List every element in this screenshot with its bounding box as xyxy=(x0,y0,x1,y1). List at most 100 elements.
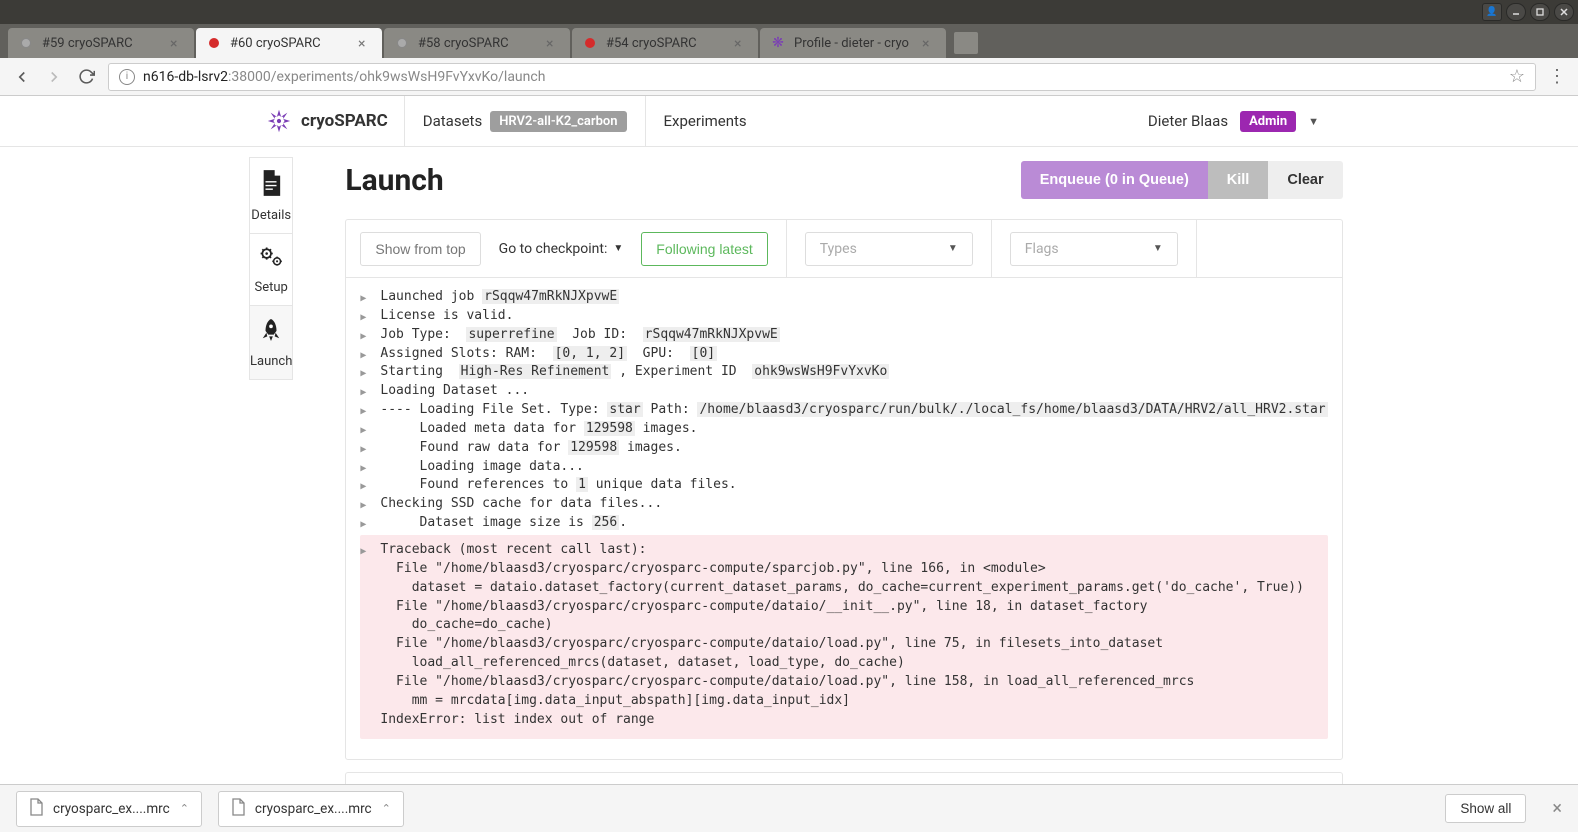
app-logo[interactable]: cryoSPARC xyxy=(249,107,404,135)
window-close-button[interactable] xyxy=(1554,3,1574,21)
main-column: Launch Enqueue (0 in Queue) Kill Clear S… xyxy=(345,157,1342,784)
url-bar[interactable]: i n616-db-lsrv2:38000/experiments/ohk9ws… xyxy=(108,63,1536,91)
expand-caret-icon[interactable]: ▶ xyxy=(360,495,380,514)
log-line: ▶ Loaded meta data for 129598 images. xyxy=(360,420,1327,439)
tab-favicon-icon: ❋ xyxy=(770,35,786,51)
caret-down-icon: ▼ xyxy=(1153,243,1163,254)
close-download-bar-icon[interactable]: × xyxy=(1552,798,1562,819)
nav-experiments[interactable]: Experiments xyxy=(645,96,765,146)
log-line: ▶Assigned Slots: RAM: [0, 1, 2] GPU: [0] xyxy=(360,345,1327,364)
enqueue-button[interactable]: Enqueue (0 in Queue) xyxy=(1021,161,1208,199)
expand-caret-icon[interactable]: ▶ xyxy=(360,363,380,382)
user-name[interactable]: Dieter Blaas xyxy=(1148,112,1228,130)
types-filter-dropdown[interactable]: Types ▼ xyxy=(805,232,973,266)
nav-datasets-label: Datasets xyxy=(423,112,482,130)
expand-caret-icon[interactable]: ▶ xyxy=(360,401,380,420)
file-icon xyxy=(29,798,43,820)
expand-caret-icon[interactable]: ▶ xyxy=(360,307,380,326)
launch-button-group: Enqueue (0 in Queue) Kill Clear xyxy=(1021,161,1343,199)
back-button[interactable] xyxy=(12,67,32,87)
expand-caret-icon[interactable]: ▶ xyxy=(360,458,380,477)
browser-toolbar: i n616-db-lsrv2:38000/experiments/ohk9ws… xyxy=(0,58,1578,96)
page-title: Launch xyxy=(345,163,443,198)
tab-title: Profile - dieter - cryo xyxy=(794,36,916,51)
app-logo-text: cryoSPARC xyxy=(301,111,388,131)
cryosparc-logo-icon xyxy=(265,107,293,135)
go-to-checkpoint-dropdown[interactable]: Go to checkpoint: ▼ xyxy=(499,241,624,257)
window-titlebar: 👤 xyxy=(0,0,1578,24)
browser-tab[interactable]: #58 cryoSPARC × xyxy=(384,28,570,58)
sidebar-item-launch[interactable]: Launch xyxy=(249,306,293,380)
window-minimize-button[interactable] xyxy=(1506,3,1526,21)
browser-tab[interactable]: #54 cryoSPARC× xyxy=(572,28,758,58)
tab-status-icon xyxy=(206,35,222,51)
user-menu-caret-icon[interactable]: ▼ xyxy=(1308,115,1319,128)
file-icon xyxy=(231,798,245,820)
tab-close-icon[interactable]: × xyxy=(546,36,560,50)
nav-experiments-label: Experiments xyxy=(664,112,747,130)
sidebar-item-label: Launch xyxy=(250,354,292,369)
show-from-top-button[interactable]: Show from top xyxy=(360,232,480,266)
events-footer: Loaded 14 events xyxy=(345,772,1342,784)
tab-title: #58 cryoSPARC xyxy=(418,36,540,51)
sidebar-item-label: Setup xyxy=(255,280,288,295)
log-line: ▶Checking SSD cache for data files... xyxy=(360,495,1327,514)
tab-close-icon[interactable]: × xyxy=(922,36,936,50)
browser-menu-icon[interactable]: ⋮ xyxy=(1548,66,1566,87)
tab-close-icon[interactable]: × xyxy=(358,36,372,50)
sidebar-item-details[interactable]: Details xyxy=(249,157,293,234)
browser-tab-strip: #59 cryoSPARC×#60 cryoSPARC×#58 cryoSPAR… xyxy=(0,24,1578,58)
chevron-up-icon[interactable]: ⌃ xyxy=(180,802,189,815)
reload-button[interactable] xyxy=(76,67,96,87)
sidebar-item-setup[interactable]: Setup xyxy=(249,234,293,306)
sidebar: Details Setup Launch xyxy=(249,157,293,784)
tab-title: #59 cryoSPARC xyxy=(42,36,164,51)
expand-caret-icon[interactable]: ▶ xyxy=(360,514,380,533)
expand-caret-icon[interactable]: ▶ xyxy=(360,345,380,364)
expand-caret-icon[interactable]: ▶ xyxy=(360,476,380,495)
download-bar: cryosparc_ex....mrc ⌃ cryosparc_ex....mrc ⌃… xyxy=(0,784,1578,832)
flags-filter-dropdown[interactable]: Flags ▼ xyxy=(1010,232,1178,266)
window-help-button[interactable]: 👤 xyxy=(1482,3,1502,21)
forward-button[interactable] xyxy=(44,67,64,87)
browser-tab[interactable]: #60 cryoSPARC× xyxy=(196,28,382,58)
log-line: ▶ Dataset image size is 256. xyxy=(360,514,1327,533)
tab-status-icon xyxy=(394,35,410,51)
new-tab-button[interactable] xyxy=(954,32,978,54)
sidebar-item-label: Details xyxy=(251,208,291,223)
download-item[interactable]: cryosparc_ex....mrc ⌃ xyxy=(218,791,404,827)
app-header: cryoSPARC Datasets HRV2-all-K2_carbon Ex… xyxy=(0,96,1578,147)
log-line: ▶ Loading image data... xyxy=(360,458,1327,477)
download-filename: cryosparc_ex....mrc xyxy=(255,801,372,817)
url-host: n616-db-lsrv2 xyxy=(143,69,228,85)
bookmark-star-icon[interactable]: ☆ xyxy=(1509,66,1525,87)
caret-down-icon: ▼ xyxy=(613,243,623,254)
log-panel: Show from top Go to checkpoint: ▼ Follow… xyxy=(345,219,1342,760)
log-error-block: ▶Traceback (most recent call last): File… xyxy=(360,535,1327,739)
window-maximize-button[interactable] xyxy=(1530,3,1550,21)
log-line: ▶Job Type: superrefine Job ID: rSqqw47mR… xyxy=(360,326,1327,345)
clear-button[interactable]: Clear xyxy=(1268,161,1342,199)
kill-button[interactable]: Kill xyxy=(1208,161,1269,199)
expand-caret-icon[interactable]: ▶ xyxy=(360,541,380,560)
expand-caret-icon[interactable]: ▶ xyxy=(360,420,380,439)
following-latest-button[interactable]: Following latest xyxy=(641,232,768,266)
browser-tab[interactable]: ❋ Profile - dieter - cryo × xyxy=(760,28,946,58)
tab-close-icon[interactable]: × xyxy=(170,36,184,50)
expand-caret-icon[interactable]: ▶ xyxy=(360,439,380,458)
download-item[interactable]: cryosparc_ex....mrc ⌃ xyxy=(16,791,202,827)
download-filename: cryosparc_ex....mrc xyxy=(53,801,170,817)
log-line: ▶Starting High-Res Refinement , Experime… xyxy=(360,363,1327,382)
log-line: ▶---- Loading File Set. Type: star Path:… xyxy=(360,401,1327,420)
tab-close-icon[interactable]: × xyxy=(734,36,748,50)
browser-tab[interactable]: #59 cryoSPARC × xyxy=(8,28,194,58)
expand-caret-icon[interactable]: ▶ xyxy=(360,288,380,307)
log-line: ▶ Found references to 1 unique data file… xyxy=(360,476,1327,495)
tab-status-icon xyxy=(582,35,598,51)
expand-caret-icon[interactable]: ▶ xyxy=(360,382,380,401)
nav-datasets[interactable]: Datasets HRV2-all-K2_carbon xyxy=(404,96,645,146)
expand-caret-icon[interactable]: ▶ xyxy=(360,326,380,345)
chevron-up-icon[interactable]: ⌃ xyxy=(382,802,391,815)
show-all-downloads-button[interactable]: Show all xyxy=(1445,794,1526,823)
site-info-icon[interactable]: i xyxy=(119,69,135,85)
